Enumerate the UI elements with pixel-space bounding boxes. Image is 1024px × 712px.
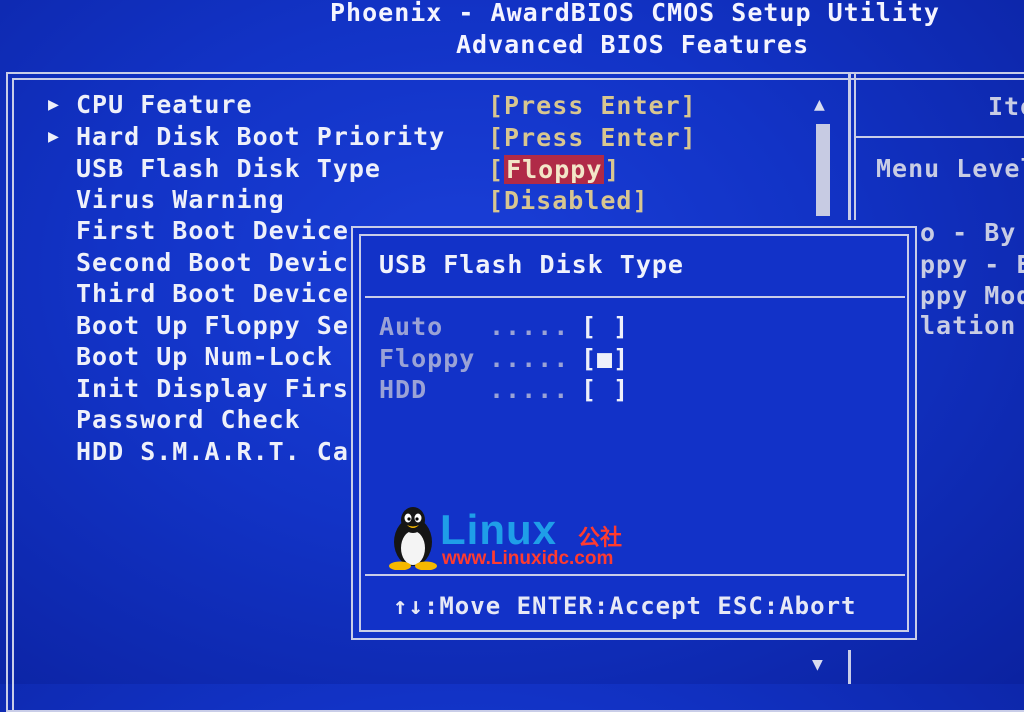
menu-item-boot-up-num-lock[interactable]: Boot Up Num-Lock (48, 342, 333, 371)
value-usb-flash-disk-type[interactable]: [Floppy] (488, 155, 620, 184)
option-label: HDD (379, 375, 428, 404)
menu-item-label: USB Flash Disk Type (76, 154, 381, 183)
menu-item-hard-disk-boot-priority[interactable]: ▶ Hard Disk Boot Priority (48, 122, 445, 151)
scroll-up-arrow-icon[interactable]: ▲ (814, 94, 825, 115)
scrollbar-thumb[interactable] (816, 124, 830, 216)
menu-item-first-boot-device[interactable]: First Boot Device (48, 216, 349, 245)
menu-item-label: HDD S.M.A.R.T. Ca (76, 437, 349, 466)
menu-level-label: Menu Level (876, 154, 1024, 183)
linuxidc-watermark: Linux 公社 www.Linuxidc.com (386, 504, 646, 574)
usb-flash-disk-type-dialog: USB Flash Disk Type Auto ..... [ ] Flopp… (351, 226, 917, 640)
dialog-key-hints: ↑↓:Move ENTER:Accept ESC:Abort (393, 592, 857, 620)
dialog-title: USB Flash Disk Type (379, 250, 684, 279)
option-checkbox-checked: [■] (581, 344, 630, 373)
help-line: o - By (920, 218, 1017, 247)
watermark-url: www.Linuxidc.com (442, 548, 614, 569)
menu-item-label: Password Check (76, 405, 301, 434)
dialog-divider (365, 296, 905, 298)
bios-title: Phoenix - AwardBIOS CMOS Setup Utility (330, 0, 940, 27)
menu-item-label: Boot Up Floppy Se (76, 311, 349, 340)
option-label: Auto (379, 312, 444, 341)
dialog-footer-divider (365, 574, 905, 576)
submenu-arrow-icon: ▶ (48, 94, 60, 115)
menu-item-second-boot-device[interactable]: Second Boot Devic (48, 248, 349, 277)
option-hdd[interactable]: HDD ..... [ ] (379, 375, 628, 404)
value-cpu-feature[interactable]: [Press Enter] (488, 91, 697, 120)
help-line: lation (920, 311, 1017, 340)
watermark-brand: Linux (440, 506, 557, 553)
page-title: Advanced BIOS Features (456, 30, 810, 59)
menu-item-label: Third Boot Device (76, 279, 349, 308)
menu-item-hdd-smart[interactable]: HDD S.M.A.R.T. Ca (48, 437, 349, 466)
menu-item-label: Init Display Firs (76, 374, 349, 403)
menu-item-label: Boot Up Num-Lock (76, 342, 333, 371)
option-floppy[interactable]: Floppy ..... [■] (379, 344, 628, 373)
menu-item-usb-flash-disk-type[interactable]: USB Flash Disk Type (48, 154, 381, 183)
scroll-down-arrow-icon[interactable]: ▼ (812, 654, 823, 675)
selected-value-highlight: Floppy (504, 155, 605, 184)
option-checkbox: [ ] (581, 375, 630, 404)
value-hard-disk-boot-priority[interactable]: [Press Enter] (488, 123, 697, 152)
penguin-logo-icon (389, 507, 437, 570)
menu-item-init-display-first[interactable]: Init Display Firs (48, 374, 349, 403)
item-help-title: Ite (988, 92, 1024, 121)
menu-item-password-check[interactable]: Password Check (48, 405, 301, 434)
menu-item-label: CPU Feature (76, 90, 253, 119)
menu-item-boot-up-floppy-seek[interactable]: Boot Up Floppy Se (48, 311, 349, 340)
option-label: Floppy (379, 344, 476, 373)
option-auto[interactable]: Auto ..... [ ] (379, 312, 628, 341)
help-line: ppy Mod (920, 281, 1024, 310)
help-line: ppy - E (920, 250, 1024, 279)
submenu-arrow-icon: ▶ (48, 126, 60, 147)
menu-item-label: Hard Disk Boot Priority (76, 122, 446, 151)
menu-item-cpu-feature[interactable]: ▶ CPU Feature (48, 90, 253, 119)
menu-item-label: Second Boot Devic (76, 248, 349, 277)
panel-divider (848, 72, 851, 220)
menu-item-label: First Boot Device (76, 216, 349, 245)
menu-item-third-boot-device[interactable]: Third Boot Device (48, 279, 349, 308)
option-checkbox: [ ] (581, 312, 630, 341)
value-virus-warning[interactable]: [Disabled] (488, 186, 649, 215)
menu-item-virus-warning[interactable]: Virus Warning (48, 185, 285, 214)
menu-item-label: Virus Warning (76, 185, 285, 214)
